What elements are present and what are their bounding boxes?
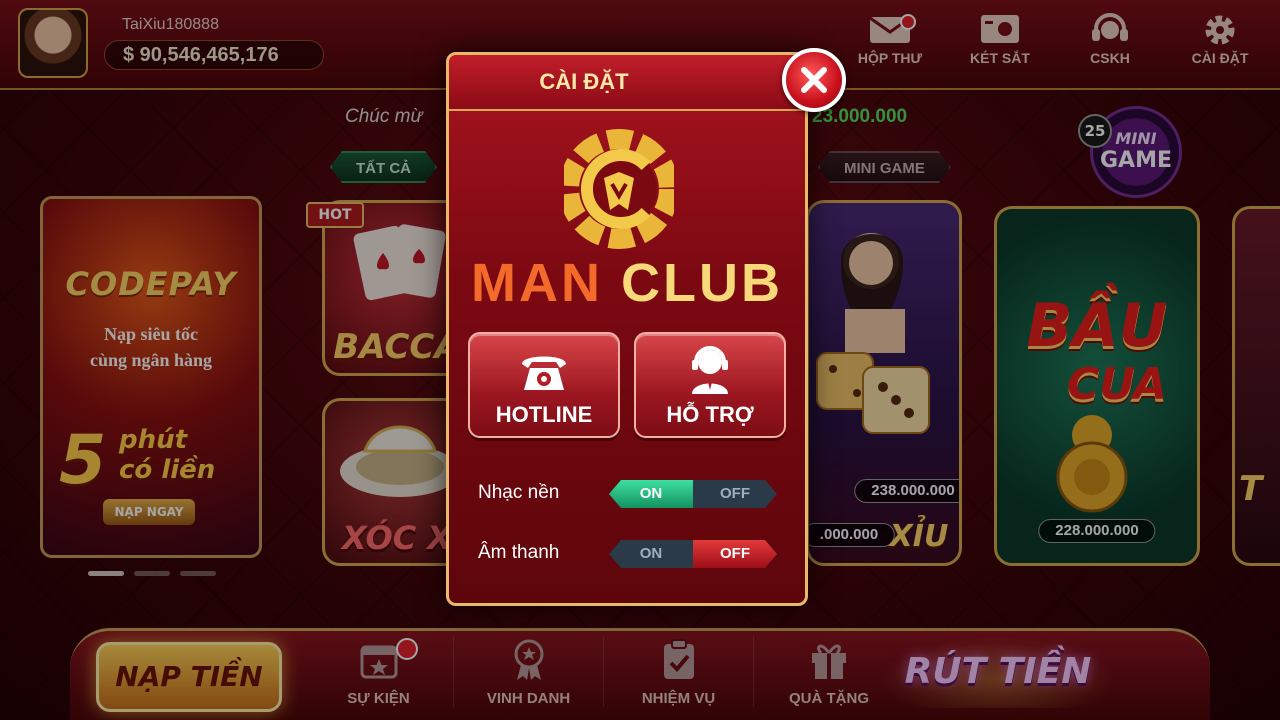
music-toggle[interactable]: ON OFF	[609, 480, 777, 508]
brand-man: MAN	[471, 253, 603, 313]
music-setting-label: Nhạc nền	[478, 482, 560, 503]
hotline-label: HOTLINE	[495, 402, 593, 427]
sound-setting-label: Âm thanh	[478, 542, 560, 563]
sound-toggle[interactable]: ON OFF	[609, 540, 777, 568]
telephone-icon	[522, 356, 566, 390]
support-button[interactable]: HỖ TRỢ	[634, 332, 786, 438]
hotline-button[interactable]: HOTLINE	[468, 332, 620, 438]
manclub-logo	[564, 129, 674, 249]
brand-club: CLUB	[621, 253, 783, 313]
music-on-option[interactable]: ON	[609, 480, 693, 508]
sound-off-option[interactable]: OFF	[693, 540, 777, 568]
brand-name: MAN CLUB	[446, 252, 808, 314]
support-agent-icon	[692, 346, 728, 394]
music-off-option[interactable]: OFF	[693, 480, 777, 508]
dialog-header: CÀI ĐẶT	[449, 55, 805, 111]
sound-on-option[interactable]: ON	[609, 540, 693, 568]
close-button[interactable]	[782, 48, 846, 112]
support-label: HỖ TRỢ	[666, 402, 754, 427]
dialog-title: CÀI ĐẶT	[539, 69, 629, 94]
close-icon	[801, 67, 827, 93]
